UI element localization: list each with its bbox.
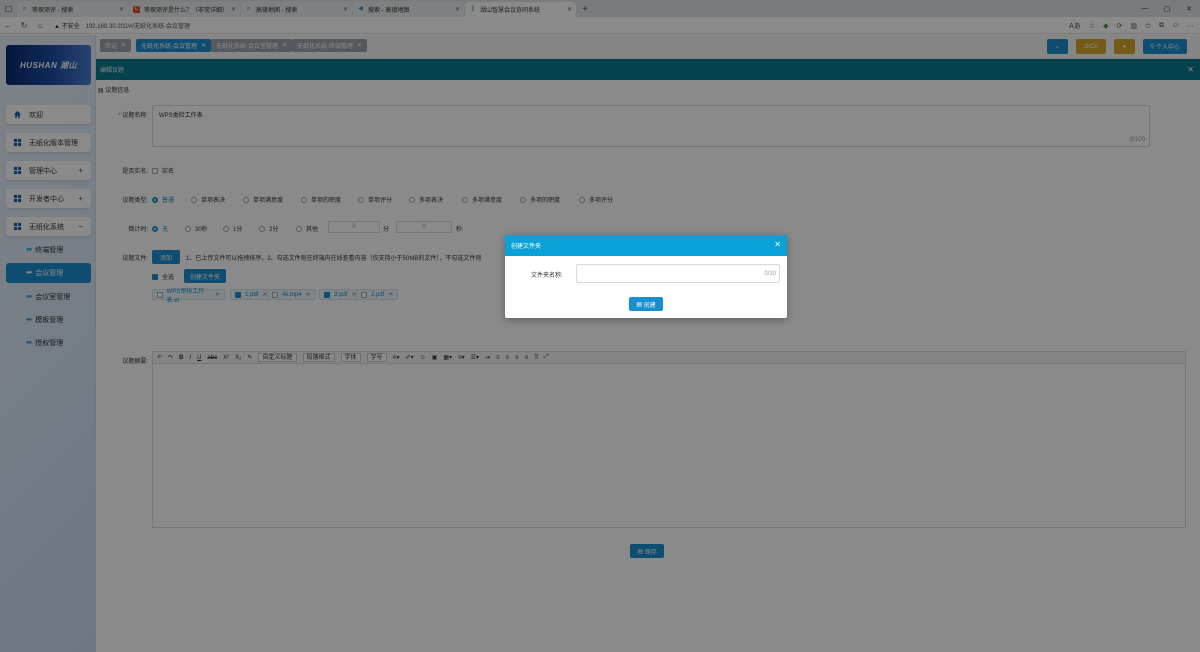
folder-name-row: 文件夹名称: 0/10: [505, 264, 787, 284]
folder-name-label: 文件夹名称:: [531, 273, 563, 279]
modal-overlay[interactable]: [0, 0, 1200, 652]
create-button[interactable]: ▤ 创建: [629, 297, 663, 311]
create-label: 创建: [643, 302, 656, 309]
create-folder-dialog: 创建文件夹 ✕ 文件夹名称: 0/10 ▤ 创建: [505, 235, 787, 318]
dialog-title: 创建文件夹: [511, 244, 542, 250]
save-icon: ▤: [636, 301, 642, 308]
folder-name-input[interactable]: [576, 264, 780, 283]
dialog-header: 创建文件夹 ✕: [505, 235, 787, 256]
close-icon[interactable]: ✕: [774, 240, 781, 249]
char-count: 0/10: [764, 271, 776, 277]
